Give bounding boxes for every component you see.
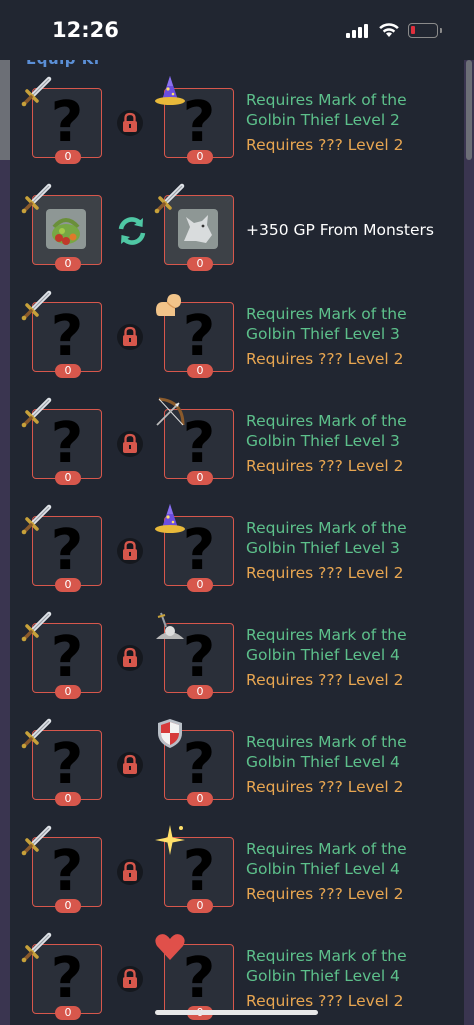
synergy-row: ? 0 ? 0 Requires Mark of the Golbin Thie… [20,718,460,810]
cellular-signal-icon [346,24,368,38]
secondary-requirement-text: Requires ??? Level 2 [246,885,404,903]
quantity-badge: 0 [55,792,81,806]
sword-icon [20,288,54,322]
quantity-badge: 0 [187,150,213,164]
quantity-badge: 0 [187,364,213,378]
sword-icon [20,823,54,857]
quantity-badge: 0 [187,257,213,271]
quantity-badge: 0 [55,1006,81,1020]
secondary-requirement-text: Requires ??? Level 2 [246,350,404,368]
sword-icon [20,716,54,750]
refresh-icon [116,215,148,247]
flexed-arm-icon [153,288,187,322]
requirement-text: Requires Mark of the Golbin Thief Level … [246,840,407,878]
requirement-text: Requires Mark of the Golbin Thief Level … [246,519,407,557]
heart-icon [153,930,187,964]
wizard-hat-icon [153,74,187,108]
background-left-edge [0,60,10,1025]
secondary-requirement-text: Requires ??? Level 2 [246,778,404,796]
lock-icon [117,538,143,564]
secondary-requirement-text: Requires ??? Level 2 [246,457,404,475]
requirement-text: Requires Mark of the Golbin Thief Level … [246,305,407,343]
lock-icon [117,645,143,671]
sword-icon [20,930,54,964]
lock-icon [117,859,143,885]
synergy-row: ? 0 ? 0 Requires Mark of the Golbin Thie… [20,76,460,168]
synergy-row: ? 0 ? 0 Requires Mark of the Golbin Thie… [20,611,460,703]
quantity-badge: 0 [187,899,213,913]
quantity-badge: 0 [55,150,81,164]
quantity-badge: 0 [187,471,213,485]
status-time: 12:26 [52,18,119,42]
sword-icon [20,74,54,108]
quantity-badge: 0 [187,685,213,699]
synergy-row: ? 0 ? 0 Requires Mark of the Golbin Thie… [20,290,460,382]
synergy-row: ? 0 ? 0 Requires Mark of the Golbin Thie… [20,825,460,917]
scrollbar[interactable] [466,60,472,160]
sword-icon [20,181,54,215]
requirement-text: Requires Mark of the Golbin Thief Level … [246,626,407,664]
status-bar: 12:26 [0,0,474,60]
sword-icon [20,502,54,536]
background-right-edge [464,60,474,1025]
quantity-badge: 0 [55,471,81,485]
quantity-badge: 0 [187,792,213,806]
sword-icon [153,181,187,215]
synergy-row: 0 0 +350 GP From Monsters [20,183,460,275]
sword-icon [20,395,54,429]
synergy-bonus-text: +350 GP From Monsters [246,221,434,239]
quantity-badge: 0 [55,685,81,699]
quantity-badge: 0 [55,364,81,378]
requirement-text: Requires Mark of the Golbin Thief Level … [246,412,407,450]
wifi-icon [379,23,399,37]
sparkle-icon [153,823,187,857]
sword-icon [20,609,54,643]
synergy-row: ? 0 ? 0 Requires Mark of the Golbin Thie… [20,397,460,489]
lock-icon [117,324,143,350]
battery-icon [408,23,442,38]
lock-icon [117,431,143,457]
secondary-requirement-text: Requires ??? Level 2 [246,671,404,689]
quantity-badge: 0 [55,578,81,592]
quantity-badge: 0 [187,578,213,592]
home-indicator [155,1010,318,1015]
secondary-requirement-text: Requires ??? Level 2 [246,136,404,154]
requirement-text: Requires Mark of the Golbin Thief Level … [246,91,407,129]
quantity-badge: 0 [55,899,81,913]
secondary-requirement-text: Requires ??? Level 2 [246,564,404,582]
lock-icon [117,110,143,136]
shield-icon [153,716,187,750]
quantity-badge: 0 [55,257,81,271]
synergy-row: ? 0 ? 0 Requires Mark of the Golbin Thie… [20,504,460,596]
lock-icon [117,752,143,778]
requirement-text: Requires Mark of the Golbin Thief Level … [246,733,407,771]
bow-icon [153,395,187,429]
background-left-edge-top [0,60,10,160]
slayer-skull-icon [153,609,187,643]
secondary-requirement-text: Requires ??? Level 2 [246,992,404,1010]
wizard-hat-icon [153,502,187,536]
lock-icon [117,966,143,992]
requirement-text: Requires Mark of the Golbin Thief Level … [246,947,407,985]
